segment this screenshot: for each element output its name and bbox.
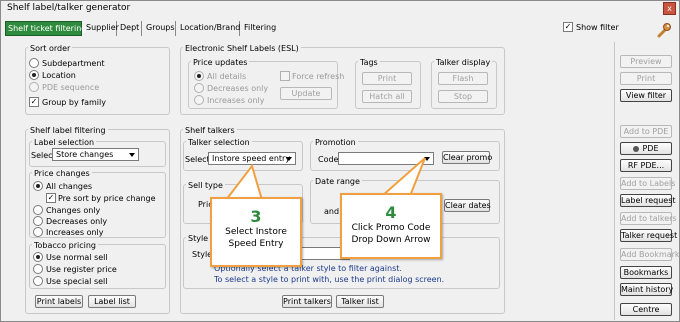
- callout-step-4: 4 Click Promo Code Drop Down Arrow: [340, 193, 442, 259]
- callout-4-number: 4: [385, 203, 397, 222]
- callout-3-line2: Speed Entry: [228, 239, 284, 249]
- callout-pointers: [223, 157, 426, 201]
- callout-4-line2: Drop Down Arrow: [351, 235, 431, 245]
- callout-3-number: 3: [250, 207, 262, 226]
- callout-4-line1: Click Promo Code: [351, 223, 431, 233]
- callout-3-line1: Select Instore: [225, 227, 287, 237]
- callout-4-pointer: [379, 157, 426, 197]
- callout-3-pointer: [223, 163, 264, 201]
- callout-step-3: 3 Select Instore Speed Entry: [210, 197, 302, 267]
